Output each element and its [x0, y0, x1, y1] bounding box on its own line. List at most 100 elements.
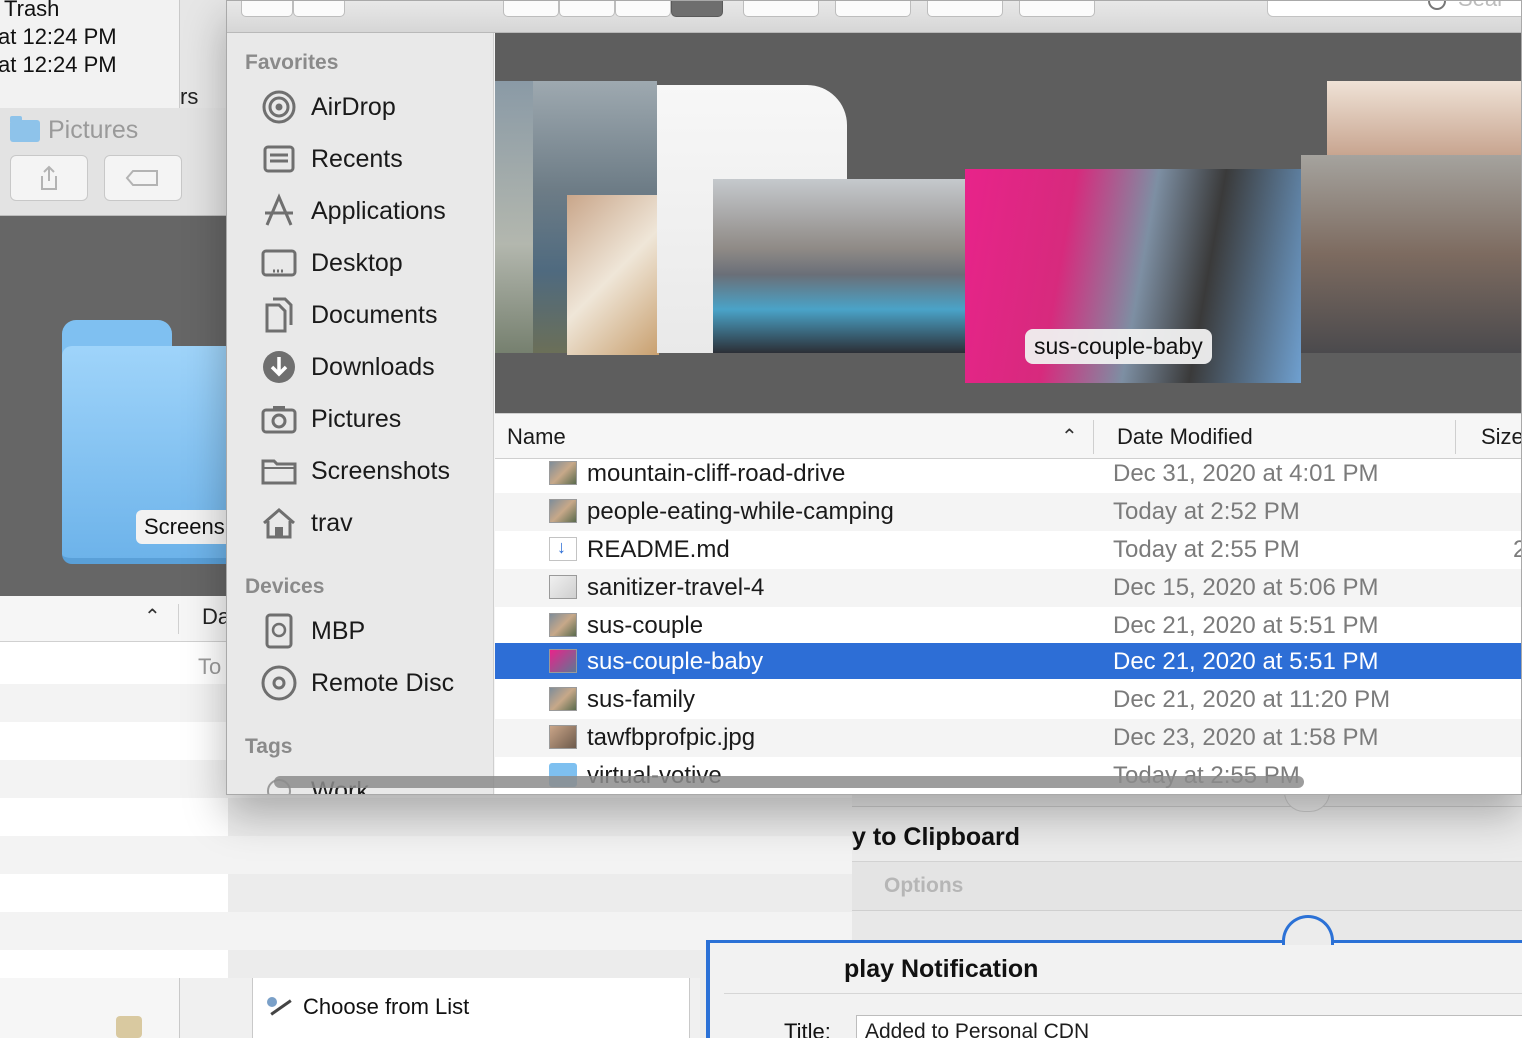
- open-dialog: Sear Favorites AirDrop Recents Applicati…: [226, 0, 1522, 795]
- recent-line-time-2: at 12:24 PM: [0, 52, 117, 77]
- file-date: Today at 2:52 PM: [1113, 498, 1300, 525]
- sidebar-item-downloads[interactable]: Downloads: [261, 349, 435, 385]
- sidebar-item-recents[interactable]: Recents: [261, 141, 403, 177]
- view-list-button[interactable]: [559, 1, 615, 17]
- image-file-icon: [549, 649, 577, 673]
- sort-up-icon: ⌃: [144, 606, 161, 628]
- background-date-cell: To: [198, 654, 222, 679]
- desktop-icon: [261, 245, 297, 281]
- sidebar-item-label: Desktop: [311, 248, 403, 277]
- sidebar-item-screenshots[interactable]: Screenshots: [261, 453, 450, 489]
- cover-image[interactable]: [1327, 81, 1521, 155]
- view-icons-button[interactable]: [503, 1, 559, 17]
- downloads-icon: [261, 349, 297, 385]
- divider: [724, 993, 1522, 994]
- sidebar-item-pictures[interactable]: Pictures: [261, 401, 401, 437]
- back-button[interactable]: [241, 1, 293, 17]
- action-gear-button[interactable]: [835, 1, 911, 17]
- sidebar-item-desktop[interactable]: Desktop: [261, 245, 403, 281]
- file-list: mountain-cliff-road-drive Dec 31, 2020 at…: [495, 459, 1521, 794]
- column-header-name[interactable]: Name: [507, 424, 566, 450]
- tag-button[interactable]: [104, 155, 182, 201]
- file-date: Dec 15, 2020 at 5:06 PM: [1113, 574, 1379, 601]
- sidebar-item-documents[interactable]: Documents: [261, 297, 437, 333]
- automator-library: Choose from List: [0, 978, 700, 1038]
- magic-wand-icon: [267, 997, 293, 1017]
- home-icon: [261, 505, 297, 541]
- search-field[interactable]: Sear: [1267, 1, 1521, 17]
- file-row[interactable]: sus-couple Dec 21, 2020 at 5:51 PM: [495, 607, 1521, 645]
- sidebar-item-label: MBP: [311, 616, 366, 645]
- share-button[interactable]: [10, 155, 88, 201]
- recent-line-time-1: at 12:24 PM: [0, 24, 117, 49]
- cover-flow-preview: sus-couple-baby: [495, 33, 1521, 413]
- title-field[interactable]: Added to Personal CDN: [856, 1015, 1522, 1038]
- background-recent-list: Trash at 12:24 PM at 12:24 PM: [0, 0, 180, 108]
- file-name: sus-family: [587, 686, 696, 713]
- share-icon: [41, 165, 57, 190]
- file-name: sanitizer-travel-4: [587, 574, 765, 601]
- action-title: y to Clipboard: [852, 823, 1021, 851]
- file-date: Dec 21, 2020 at 5:51 PM: [1113, 648, 1379, 675]
- file-row-selected[interactable]: sus-couple-baby Dec 21, 2020 at 5:51 PM: [495, 643, 1521, 679]
- view-cover-flow-button[interactable]: [671, 1, 723, 17]
- sidebar-item-applications[interactable]: Applications: [261, 193, 446, 229]
- sidebar: Favorites AirDrop Recents Applications D…: [227, 33, 494, 794]
- image-file-icon: [549, 499, 577, 523]
- file-name: people-eating-while-camping: [587, 498, 894, 525]
- group-button[interactable]: [743, 1, 819, 17]
- horizontal-scrollbar[interactable]: [274, 776, 1304, 788]
- options-toggle[interactable]: Options: [884, 874, 963, 898]
- column-separator[interactable]: [1093, 420, 1094, 454]
- copy-to-clipboard-action[interactable]: y to Clipboard Options: [852, 806, 1522, 911]
- tag-button[interactable]: [1019, 1, 1095, 17]
- list-header: Name ⌃ Date Modified Size: [495, 413, 1521, 459]
- sidebar-item-label: trav: [311, 508, 353, 537]
- sidebar-item-remote-disc[interactable]: Remote Disc: [261, 665, 454, 701]
- cover-image[interactable]: [567, 195, 659, 355]
- background-title-text: Pictures: [48, 116, 139, 144]
- file-row[interactable]: mountain-cliff-road-drive Dec 31, 2020 at…: [495, 459, 1521, 493]
- recents-icon: [261, 141, 297, 177]
- file-row[interactable]: README.md Today at 2:55 PM 2: [495, 531, 1521, 569]
- share-button[interactable]: [927, 1, 1003, 17]
- column-separator[interactable]: [1455, 420, 1456, 454]
- file-row[interactable]: sus-family Dec 21, 2020 at 11:20 PM: [495, 681, 1521, 719]
- sidebar-item-airdrop[interactable]: AirDrop: [261, 89, 396, 125]
- image-file-icon: [549, 725, 577, 749]
- file-date: Dec 21, 2020 at 11:20 PM: [1113, 686, 1391, 713]
- column-header-date-modified[interactable]: Date Modified: [1117, 424, 1253, 450]
- file-date: Dec 23, 2020 at 1:58 PM: [1113, 724, 1379, 751]
- sidebar-item-label: Recents: [311, 144, 403, 173]
- action-options-bar[interactable]: Options: [852, 861, 1522, 911]
- file-row[interactable]: sanitizer-travel-4 Dec 15, 2020 at 5:06 P…: [495, 569, 1521, 607]
- applications-icon: [261, 193, 297, 229]
- background-finder-toolbar: Pictures: [0, 108, 228, 216]
- sidebar-item-label: Screenshots: [311, 456, 450, 485]
- background-column-fragment: rs: [180, 0, 228, 109]
- sidebar-item-mbp[interactable]: MBP: [261, 613, 365, 649]
- sidebar-section-devices: Devices: [245, 575, 325, 598]
- image-file-icon: [549, 613, 577, 637]
- library-item-label: Choose from List: [303, 994, 470, 1019]
- documents-icon: [261, 297, 297, 333]
- column-header-size[interactable]: Size: [1481, 424, 1521, 450]
- sidebar-item-label: Downloads: [311, 352, 435, 381]
- cover-image[interactable]: [713, 179, 965, 353]
- display-notification-action[interactable]: play Notification Title: Added to Person…: [706, 940, 1522, 1038]
- library-item-choose-from-list[interactable]: Choose from List: [267, 994, 469, 1020]
- file-row[interactable]: people-eating-while-camping Today at 2:52…: [495, 493, 1521, 531]
- background-window-title: Pictures: [10, 115, 139, 145]
- file-row[interactable]: tawfbprofpic.jpg Dec 23, 2020 at 1:58 PM: [495, 719, 1521, 757]
- tag-icon: [125, 170, 158, 186]
- search-placeholder: Sear: [1458, 1, 1504, 12]
- sidebar-item-label: Documents: [311, 300, 438, 329]
- sidebar-section-favorites: Favorites: [245, 51, 339, 74]
- background-list-header[interactable]: ⌃ Da: [0, 596, 230, 642]
- cover-image[interactable]: [495, 81, 535, 353]
- camera-icon: [261, 401, 297, 437]
- forward-button[interactable]: [293, 1, 345, 17]
- view-columns-button[interactable]: [615, 1, 671, 17]
- sidebar-item-trav[interactable]: trav: [261, 505, 353, 541]
- cover-image[interactable]: [1301, 155, 1521, 353]
